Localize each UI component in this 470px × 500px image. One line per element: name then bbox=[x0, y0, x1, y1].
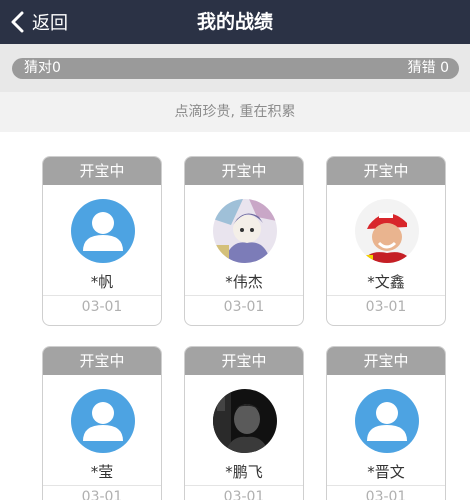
wrong-count: 猜错 0 bbox=[407, 60, 449, 76]
divider bbox=[327, 485, 445, 486]
record-date: 03-01 bbox=[81, 489, 123, 500]
divider bbox=[327, 295, 445, 296]
record-card[interactable]: 开宝中 *伟杰 03-01 bbox=[184, 156, 304, 326]
record-date: 03-01 bbox=[223, 299, 265, 315]
stats-strip: 猜对0 猜错 0 bbox=[0, 44, 470, 92]
default-user-avatar bbox=[71, 389, 135, 453]
user-icon bbox=[83, 402, 123, 441]
chevron-left-icon bbox=[11, 11, 24, 33]
correct-count: 猜对0 bbox=[24, 60, 61, 76]
status-label: 开宝中 bbox=[327, 347, 445, 375]
record-card[interactable]: 开宝中 *莹 03-01 bbox=[42, 346, 162, 500]
record-date: 03-01 bbox=[365, 489, 407, 500]
user-name: *鹏飞 bbox=[225, 463, 263, 481]
record-date: 03-01 bbox=[365, 299, 407, 315]
record-card[interactable]: 开宝中 *鹏飞 03-01 bbox=[184, 346, 304, 500]
racing-driver-photo-image bbox=[355, 199, 419, 263]
status-label: 开宝中 bbox=[185, 157, 303, 185]
status-label: 开宝中 bbox=[43, 157, 161, 185]
divider bbox=[185, 485, 303, 486]
page-title: 我的战绩 bbox=[196, 11, 273, 33]
racing-driver-photo-avatar bbox=[355, 199, 419, 263]
back-button[interactable]: 返回 bbox=[10, 0, 68, 44]
dark-portrait-photo-avatar bbox=[213, 389, 277, 453]
dark-portrait-photo-image bbox=[213, 389, 277, 453]
user-icon bbox=[83, 212, 123, 251]
user-icon bbox=[367, 402, 407, 441]
record-grid: 开宝中 *帆 03-01 开宝中 *伟杰 03-01 开宝中 *文鑫 03-01… bbox=[0, 132, 470, 500]
record-card[interactable]: 开宝中 *帆 03-01 bbox=[42, 156, 162, 326]
stats-pill: 猜对0 猜错 0 bbox=[12, 58, 459, 79]
record-card[interactable]: 开宝中 *文鑫 03-01 bbox=[326, 156, 446, 326]
user-name: *晋文 bbox=[367, 463, 405, 481]
user-name: *莹 bbox=[90, 463, 114, 481]
anime-photo-image bbox=[213, 199, 277, 263]
back-label: 返回 bbox=[32, 13, 68, 34]
record-date: 03-01 bbox=[81, 299, 123, 315]
title-bar: 返回 我的战绩 bbox=[0, 0, 470, 44]
anime-photo-avatar bbox=[213, 199, 277, 263]
user-name: *伟杰 bbox=[225, 273, 263, 291]
user-name: *文鑫 bbox=[367, 273, 405, 291]
divider bbox=[43, 295, 161, 296]
divider bbox=[43, 485, 161, 486]
default-user-avatar bbox=[355, 389, 419, 453]
status-label: 开宝中 bbox=[327, 157, 445, 185]
default-user-avatar bbox=[71, 199, 135, 263]
status-label: 开宝中 bbox=[185, 347, 303, 375]
motto-banner: 点滴珍贵, 重在积累 bbox=[0, 92, 470, 132]
record-card[interactable]: 开宝中 *晋文 03-01 bbox=[326, 346, 446, 500]
user-name: *帆 bbox=[90, 273, 114, 291]
record-date: 03-01 bbox=[223, 489, 265, 500]
divider bbox=[185, 295, 303, 296]
status-label: 开宝中 bbox=[43, 347, 161, 375]
